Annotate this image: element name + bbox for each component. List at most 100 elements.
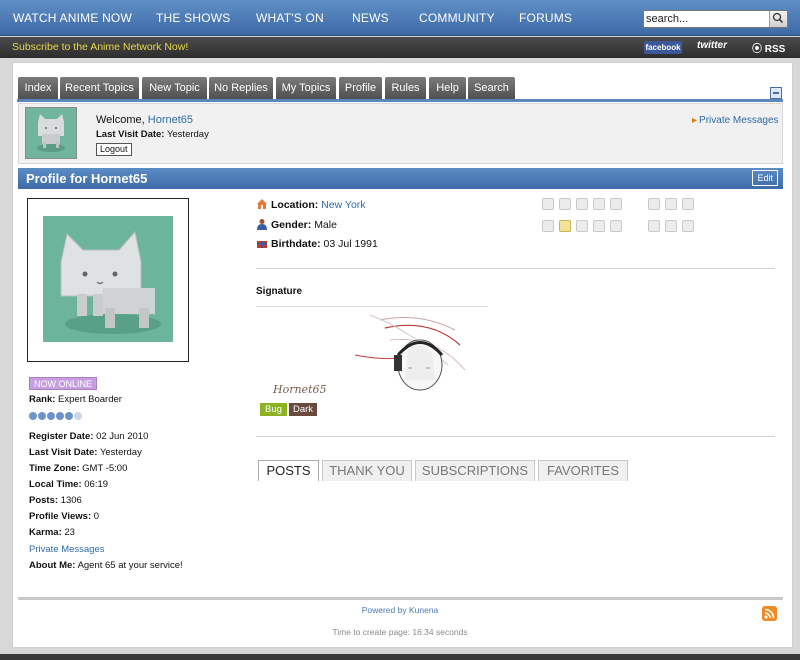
collapse-button[interactable] [770,87,782,99]
cat-avatar-icon [60,230,161,334]
yahoo-profile-icon[interactable] [610,220,622,232]
digg-profile-icon[interactable] [648,198,660,210]
karma-label: Karma: [29,527,62,538]
tab-thank-you[interactable]: THANK YOU [322,460,412,481]
linkedin-profile-icon[interactable] [593,198,605,210]
nav-news[interactable]: NEWS [352,11,389,25]
tab-profile[interactable]: Profile [339,77,382,99]
flickr-profile-icon[interactable] [665,220,677,232]
nav-the-shows[interactable]: THE SHOWS [156,11,230,25]
rank-dot [56,412,64,420]
nav-whats-on[interactable]: WHAT'S ON [256,11,324,25]
top-navigation: WATCH ANIME NOW THE SHOWS WHAT'S ON NEWS… [0,0,800,36]
tab-new-topic[interactable]: New Topic [142,77,207,99]
twitter-icon[interactable]: twitter [697,40,727,51]
rank-dot [47,412,55,420]
karma-row: Karma: 23 [29,527,75,538]
greeting-text: Welcome, [96,114,148,126]
register-date-row: Register Date: 02 Jun 2010 [29,431,148,442]
skype-profile-icon[interactable] [576,220,588,232]
profile-views-row: Profile Views: 0 [29,511,99,522]
rank-dot [38,412,46,420]
send-private-message-link[interactable]: Private Messages [29,544,105,555]
timezone-label: Time Zone: [29,463,80,474]
search-input[interactable] [646,12,768,26]
welcome-last-visit: Last Visit Date: Yesterday [96,129,209,140]
friendfeed-profile-icon[interactable] [682,198,694,210]
tab-search[interactable]: Search [468,77,515,99]
birthdate-row: Birthdate: 03 Jul 1991 [256,237,378,250]
tab-no-replies[interactable]: No Replies [209,77,273,99]
divider [256,436,775,437]
search-box [643,10,788,28]
rss-feed-icon[interactable] [762,606,777,621]
rank-value: Expert Boarder [58,394,122,405]
aim-profile-icon[interactable] [559,220,571,232]
local-time-row: Local Time: 06:19 [29,479,108,490]
rank-level-indicator [29,411,83,421]
rank-dot [29,412,37,420]
about-value: Agent 65 at your service! [77,560,183,571]
location-value-link[interactable]: New York [321,199,365,211]
location-label: Location: [271,199,319,211]
last-visit-value: Yesterday [166,129,209,140]
footer-divider [18,597,783,600]
rss-label: RSS [764,44,786,55]
tab-underline [17,99,783,102]
subscribe-link[interactable]: Subscribe to the Anime Network Now! [12,41,188,53]
icq-profile-icon[interactable] [593,220,605,232]
tab-index[interactable]: Index [18,77,58,99]
signature-divider [256,306,488,307]
welcome-greeting: Welcome, Hornet65 [96,114,193,126]
rss-link[interactable]: ⦿ RSS [752,40,785,55]
logout-button[interactable]: Logout [96,143,132,156]
views-value: 0 [93,511,100,522]
msn-profile-icon[interactable] [542,220,554,232]
profile-header: Profile for Hornet65 Edit [18,168,783,189]
cat-avatar-icon [37,114,65,152]
page-time-info: Time to create page: 16.34 seconds [332,627,468,637]
facebook-icon[interactable]: facebook [644,41,682,54]
time-zone-row: Time Zone: GMT -5:00 [29,463,127,474]
tab-subscriptions[interactable]: SUBSCRIPTIONS [415,460,535,481]
tab-my-topics[interactable]: My Topics [276,77,336,99]
edit-profile-button[interactable]: Edit [752,170,778,186]
tab-posts[interactable]: POSTS [258,460,319,481]
birthdate-value: 03 Jul 1991 [323,238,378,250]
gtalk-profile-icon[interactable] [648,220,660,232]
dark-badge: Dark [289,403,318,416]
timezone-value: GMT -5:00 [82,463,128,474]
localtime-label: Local Time: [29,479,82,490]
delicious-profile-icon[interactable] [610,198,622,210]
search-button[interactable] [769,11,787,27]
tab-help[interactable]: Help [429,77,466,99]
magnifier-icon [772,12,784,24]
tab-rules[interactable]: Rules [385,77,426,99]
bebo-profile-icon[interactable] [682,220,694,232]
last-visit-label: Last Visit Date: [96,129,165,140]
sub-bar: Subscribe to the Anime Network Now! face… [0,37,800,58]
blogger-profile-icon[interactable] [665,198,677,210]
profile-title: Profile for Hornet65 [26,171,148,186]
private-messages-link[interactable]: Private Messages [692,115,778,126]
username-link[interactable]: Hornet65 [148,114,193,126]
rank-dot [74,412,82,420]
birthdate-label: Birthdate: [271,238,321,250]
rank-row: Rank: Expert Boarder [29,394,122,405]
nav-community[interactable]: COMMUNITY [419,11,495,25]
karma-value: 23 [64,527,75,538]
tab-recent-topics[interactable]: Recent Topics [60,77,139,99]
rank-dot [65,412,73,420]
last-visit-row: Last Visit Date: Yesterday [29,447,142,458]
about-label: About Me: [29,560,76,571]
facebook-profile-icon[interactable] [559,198,571,210]
tab-favorites[interactable]: FAVORITES [538,460,628,481]
powered-by-link[interactable]: Powered by Kunena [0,605,800,615]
myspace-profile-icon[interactable] [576,198,588,210]
online-status-badge: NOW ONLINE [29,377,98,390]
lastvisit-label: Last Visit Date: [29,447,98,458]
gift-icon [256,237,268,249]
twitter-profile-icon[interactable] [542,198,554,210]
nav-watch-anime-now[interactable]: WATCH ANIME NOW [13,11,132,25]
nav-forums[interactable]: FORUMS [519,11,572,25]
